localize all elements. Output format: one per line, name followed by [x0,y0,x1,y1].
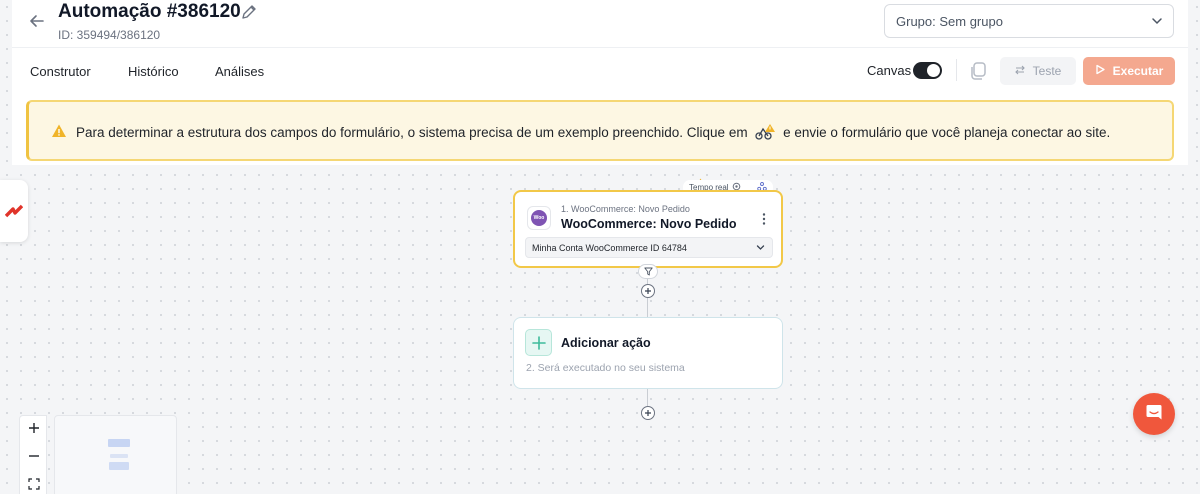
plus-icon [644,282,652,300]
tab-historico[interactable]: Histórico [128,64,179,79]
warning-text-before: Para determinar a estrutura dos campos d… [76,125,748,140]
more-vertical-icon[interactable] [759,212,769,226]
tab-analises[interactable]: Análises [215,64,264,79]
fit-view-button[interactable] [20,472,48,494]
pencil-edit-icon[interactable] [240,3,258,21]
zoom-in-button[interactable] [20,416,48,444]
funnel-icon [643,263,653,281]
swap-arrows-icon [1014,64,1025,78]
minimap-node [109,462,129,470]
warning-banner: Para determinar a estrutura dos campos d… [26,100,1174,161]
fit-view-icon [28,477,40,494]
toggle-knob [927,64,940,77]
account-select-value: Minha Conta WooCommerce ID 64784 [532,243,687,253]
minimap-node [110,454,128,458]
add-action-plus-icon [525,329,552,356]
play-icon [1095,64,1106,78]
chat-icon [1144,402,1164,427]
webhook-warning-icon [754,123,776,141]
back-arrow-icon[interactable] [26,10,48,32]
zoom-controls [19,415,47,494]
page-title: Automação #386120 [58,1,241,22]
trigger-card[interactable]: Woo 1. WooCommerce: Novo Pedido WooComme… [513,190,783,268]
minimap-node [108,439,130,447]
add-step-button[interactable] [641,406,655,420]
test-button[interactable]: Teste [1000,57,1076,85]
plus-icon [644,404,652,422]
add-action-title: Adicionar ação [561,336,651,350]
brand-logo-icon [4,201,24,221]
woocommerce-logo-mark: Woo [531,210,547,226]
trigger-title: WooCommerce: Novo Pedido [561,217,737,231]
group-select-value: Grupo: Sem grupo [896,14,1003,29]
warning-triangle-icon [51,123,67,139]
tab-construtor[interactable]: Construtor [30,64,91,79]
minus-icon [28,449,40,467]
side-panel-tab[interactable] [0,180,28,242]
minimap[interactable] [54,415,177,494]
support-chat-button[interactable] [1133,393,1175,435]
run-button[interactable]: Executar [1083,57,1175,85]
add-action-description: 2. Será executado no seu sistema [526,362,685,374]
filter-button[interactable] [638,264,658,279]
connector-line [647,298,648,317]
header: Automação #386120 ID: 359494/386120 Grup… [12,0,1188,48]
chevron-down-icon [1151,15,1163,27]
run-button-label: Executar [1112,64,1164,78]
tabs-bar: Construtor Histórico Análises Canvas Tes… [12,48,1188,93]
canvas-label: Canvas [867,63,912,78]
woocommerce-logo: Woo [527,206,551,230]
test-button-label: Teste [1032,64,1062,78]
divider [956,59,957,81]
automation-id: ID: 359494/386120 [58,28,161,42]
account-select[interactable]: Minha Conta WooCommerce ID 64784 [525,237,773,258]
warning-text-after: e envie o formulário que você planeja co… [783,125,1111,140]
chevron-down-icon [756,243,765,252]
zoom-out-button[interactable] [20,444,48,472]
add-action-card[interactable]: Adicionar ação 2. Será executado no seu … [513,317,783,389]
trigger-step-label: 1. WooCommerce: Novo Pedido [561,204,690,214]
canvas-toggle[interactable] [913,62,942,79]
top-panel: Automação #386120 ID: 359494/386120 Grup… [12,0,1188,165]
warning-text: Para determinar a estrutura dos campos d… [76,123,1110,141]
add-step-button[interactable] [641,284,655,298]
group-select[interactable]: Grupo: Sem grupo [884,4,1174,38]
plus-icon [28,421,40,439]
copy-icon[interactable] [968,60,990,82]
